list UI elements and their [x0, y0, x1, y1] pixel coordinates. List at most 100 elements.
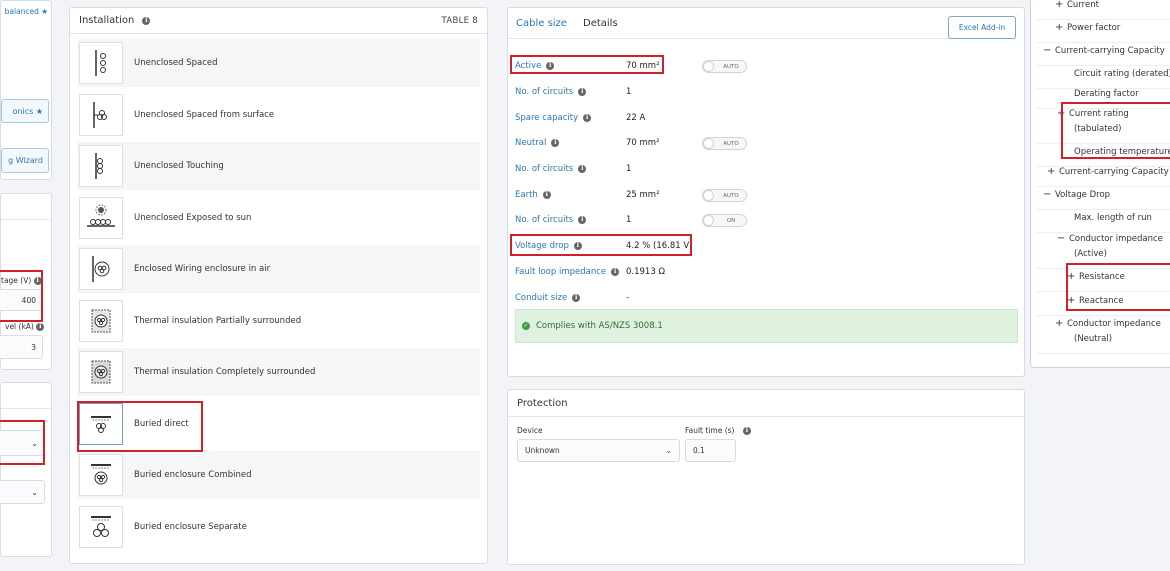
tree-item[interactable]: Max. length of run — [1037, 212, 1170, 233]
tree-item-label: Voltage Drop — [1055, 190, 1111, 200]
collapse-icon[interactable]: − — [1043, 45, 1051, 56]
installation-option[interactable]: Unenclosed Touching — [77, 142, 480, 190]
tab-cable-size[interactable]: Cable size — [516, 18, 567, 29]
installation-option[interactable]: Unenclosed Spaced from surface — [77, 91, 480, 139]
info-icon[interactable]: i — [583, 113, 592, 122]
cable-row: Conduit size i - — [508, 291, 1018, 305]
cable-row: No. of circuits i 1 — [508, 162, 1018, 176]
installation-option-label: Unenclosed Touching — [134, 161, 224, 171]
voltage-input[interactable]: 400 — [0, 289, 43, 311]
expand-icon[interactable]: + — [1055, 0, 1063, 10]
cable-row-label: Voltage drop i — [515, 241, 582, 251]
balanced-toggle[interactable]: balanced ★ — [5, 7, 48, 16]
tree-item[interactable]: − Current-carrying Capacity — [1037, 45, 1170, 66]
installation-option[interactable]: Enclosed Wiring enclosure in air — [77, 245, 480, 293]
buried-separate-icon — [79, 505, 123, 548]
cable-row-value: - — [626, 293, 630, 303]
info-icon[interactable]: i — [546, 61, 555, 70]
expand-icon[interactable]: + — [1047, 166, 1055, 177]
cable-row-value: 70 mm² — [626, 61, 660, 71]
expand-icon[interactable]: + — [1067, 295, 1075, 306]
tree-item[interactable]: + Current-carrying Capacity — [1037, 166, 1170, 187]
cable-row-label: Earth i — [515, 190, 551, 200]
info-icon[interactable]: i — [33, 277, 42, 285]
tree-item[interactable]: + Current rating — [1037, 108, 1170, 123]
tree-item[interactable]: (Active) — [1037, 248, 1170, 269]
tree-item[interactable]: + Resistance — [1037, 271, 1170, 292]
cable-row-value: 25 mm² — [626, 190, 660, 200]
tree-item-label: (Neutral) — [1074, 334, 1113, 344]
expand-icon[interactable]: + — [1055, 22, 1063, 33]
protection-title: Protection — [508, 390, 1024, 417]
installation-option-label: Buried enclosure Separate — [134, 521, 247, 532]
expand-icon[interactable]: + — [1057, 108, 1065, 119]
installation-option[interactable]: Thermal insulation Partially surrounded — [77, 297, 480, 345]
cable-row: Voltage drop i 4.2 % (16.81 V) — [508, 239, 1018, 253]
info-icon[interactable]: i — [742, 427, 751, 435]
tree-item[interactable]: − Conductor impedance — [1037, 233, 1170, 248]
excel-addin-button[interactable]: Excel Add-in — [948, 16, 1016, 39]
tree-item[interactable]: Circuit rating (derated) — [1037, 68, 1170, 89]
info-icon[interactable]: i — [578, 164, 587, 173]
tree-item[interactable]: + Current — [1037, 0, 1170, 20]
info-icon[interactable]: i — [572, 293, 581, 302]
toggle-knob — [703, 137, 714, 149]
tree-item-label: Reactance — [1079, 296, 1124, 306]
toggle-label: AUTO — [723, 192, 739, 199]
info-icon[interactable]: i — [542, 190, 551, 199]
cable-row-value: 1 — [626, 215, 632, 225]
table-label: TABLE 8 — [441, 15, 478, 26]
collapse-icon[interactable]: − — [1043, 189, 1051, 200]
tree-item[interactable]: Derating factor — [1037, 88, 1170, 109]
info-icon[interactable]: i — [578, 87, 587, 96]
auto-toggle[interactable]: ON — [702, 213, 747, 227]
installation-option[interactable]: Unenclosed Exposed to sun — [77, 194, 480, 242]
wizard-button[interactable]: g Wizard — [1, 148, 49, 173]
phase-card: balanced ★ onics ★ g Wizard — [0, 0, 52, 180]
installation-option[interactable]: Unenclosed Spaced — [77, 39, 480, 87]
installation-option[interactable]: Buried direct — [77, 400, 480, 448]
fault-level-input[interactable]: 3 — [0, 335, 43, 359]
auto-toggle[interactable]: AUTO — [702, 188, 747, 202]
tab-details[interactable]: Details — [583, 18, 618, 29]
info-icon[interactable]: i — [36, 323, 45, 331]
tree-item[interactable]: + Reactance — [1037, 295, 1170, 316]
enclosure-icon — [79, 248, 123, 290]
harmonics-button[interactable]: onics ★ — [1, 99, 49, 123]
cable-row-label: Neutral i — [515, 138, 560, 148]
toggle-knob — [703, 189, 714, 201]
info-icon[interactable]: i — [573, 241, 582, 250]
toggle-label: ON — [726, 217, 736, 224]
cable-row-label: No. of circuits i — [515, 215, 587, 225]
info-icon[interactable]: i — [142, 16, 151, 25]
tree-item[interactable]: + Conductor impedance — [1037, 318, 1170, 333]
expand-icon[interactable]: + — [1055, 318, 1063, 329]
collapse-icon[interactable]: − — [1057, 233, 1065, 244]
auto-toggle[interactable]: AUTO — [702, 59, 747, 73]
auto-toggle[interactable]: AUTO — [702, 136, 747, 150]
installation-option-label: Buried enclosure Combined — [134, 470, 252, 480]
info-icon[interactable]: i — [611, 267, 620, 276]
results-tree: + Current + Power factor − Current-carrying C… — [1030, 0, 1170, 368]
partial-insulation-icon — [79, 299, 123, 342]
info-icon[interactable]: i — [578, 215, 587, 224]
supply-card: tage (V) i 400 vel (kA) i 3 — [0, 193, 53, 370]
insulation-select[interactable]: ⌄ — [0, 480, 45, 504]
material-select[interactable]: ⌄ — [0, 430, 45, 456]
tree-item-label: Conductor impedance — [1067, 319, 1161, 329]
cable-row: Fault loop impedance i 0.1913 Ω — [508, 265, 1018, 279]
installation-option[interactable]: Buried enclosure Separate — [77, 503, 480, 551]
device-select[interactable]: Unknown ⌄ — [517, 439, 680, 462]
expand-icon[interactable]: + — [1067, 271, 1075, 282]
tree-item[interactable]: (tabulated) — [1037, 123, 1170, 144]
tree-item[interactable]: − Voltage Drop — [1037, 189, 1170, 210]
fault-time-input[interactable]: 0.1 — [685, 439, 736, 462]
tree-item[interactable]: Operating temperature — [1037, 146, 1170, 167]
tree-item[interactable]: (Neutral) — [1037, 333, 1170, 354]
cable-row-value: 4.2 % (16.81 V) — [626, 241, 693, 251]
info-icon[interactable]: i — [551, 138, 560, 147]
installation-option[interactable]: Thermal insulation Completely surrounded — [77, 348, 480, 396]
tree-item[interactable]: + Power factor — [1037, 22, 1170, 43]
installation-option[interactable]: Buried enclosure Combined — [77, 451, 480, 499]
cable-size-panel: Cable size Details Excel Add-in Active i 7… — [507, 7, 1025, 377]
